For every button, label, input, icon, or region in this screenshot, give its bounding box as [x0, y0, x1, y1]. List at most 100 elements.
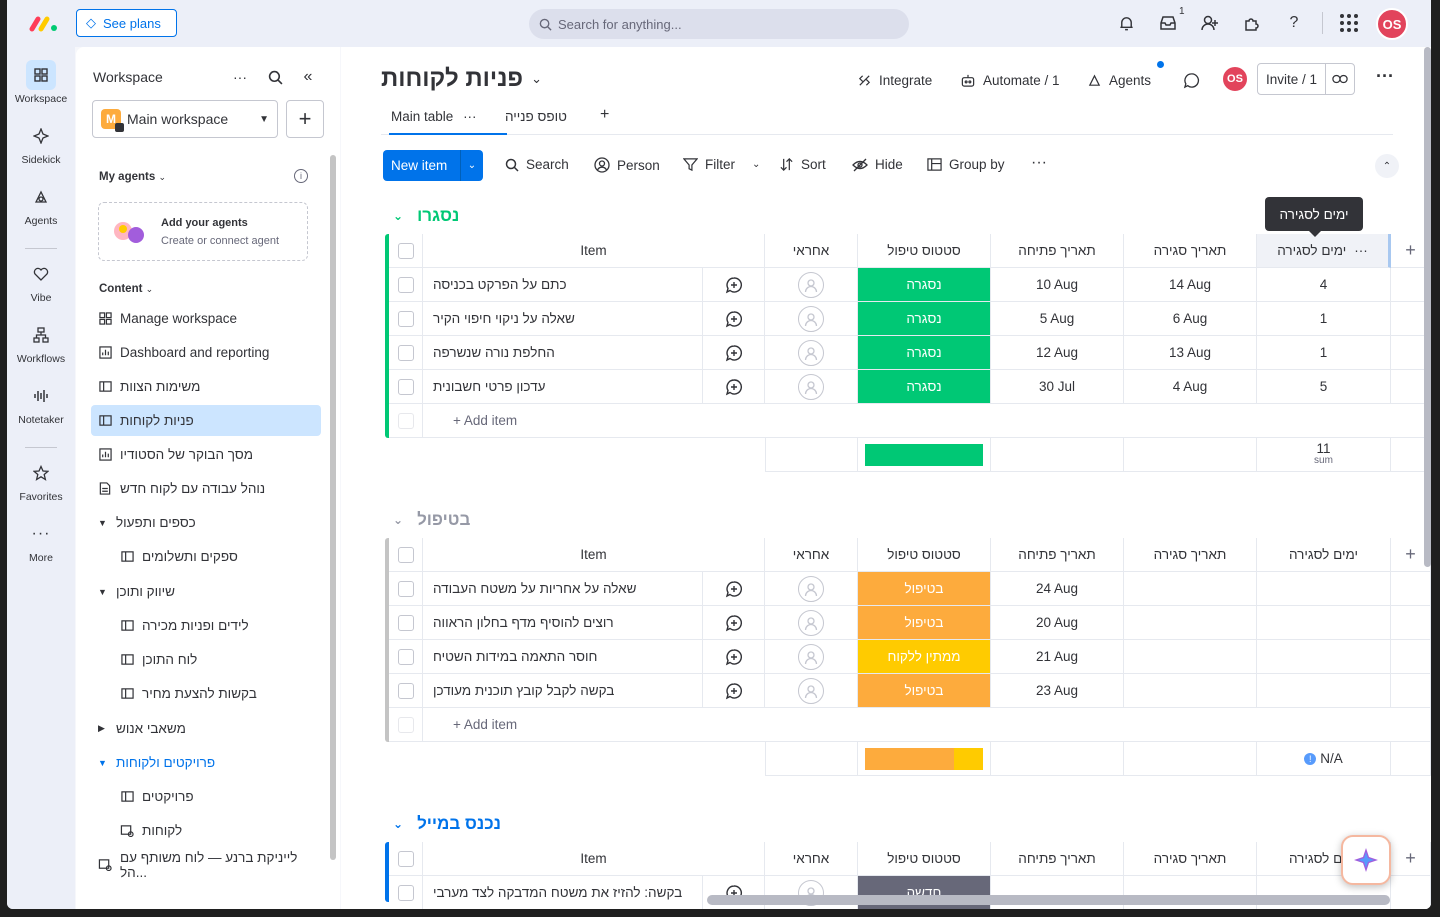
status-cell[interactable]: נסגרה [858, 370, 991, 404]
sidebar-item[interactable]: ▼ פרויקטים ולקוחות [91, 747, 321, 778]
owner-cell[interactable] [765, 370, 858, 404]
tab-more-icon[interactable]: ··· [463, 109, 477, 124]
group-by-button[interactable]: Group by [927, 157, 1005, 172]
sidebar-item[interactable]: בקשות להצעת מחיר [91, 678, 321, 709]
column-header-owner[interactable]: אחראי [765, 842, 858, 876]
integrate-button[interactable]: Integrate [857, 69, 932, 91]
sidebar-item[interactable]: לייניקת ברנע — לוח משותף עם הל... [91, 849, 321, 880]
search-button[interactable]: Search [505, 157, 569, 172]
column-header-owner[interactable]: אחראי [765, 234, 858, 268]
table-row[interactable]: עדכון פרטי חשבונית נסגרה 30 Jul 4 Aug 5 [385, 370, 1431, 404]
column-header-status[interactable]: סטטוס טיפול [858, 538, 991, 572]
select-all-checkbox[interactable] [397, 242, 414, 259]
table-row[interactable]: רוצים להוסיף מדף בחלון הראווה בטיפול 20 Au… [385, 606, 1431, 640]
tab-form[interactable]: טופס פנייה [505, 109, 567, 124]
chevron-down-icon[interactable]: ⌄ [393, 817, 403, 831]
add-update-icon[interactable] [725, 614, 743, 632]
toolbar-more-icon[interactable]: ··· [1031, 154, 1047, 172]
more-options-icon[interactable]: ··· [230, 67, 250, 87]
sidebar-item[interactable]: לוח התוכן [91, 644, 321, 675]
tab-main-table[interactable]: Main table ··· [389, 109, 506, 135]
add-item-cell[interactable]: + Add item [423, 404, 1431, 438]
my-agents-section[interactable]: My agents ⌄ [99, 171, 166, 183]
status-cell[interactable]: בטיפול [858, 606, 991, 640]
updates-cell[interactable] [703, 302, 765, 336]
sidebar-item[interactable]: ▼ כספים ותפעול [91, 507, 321, 538]
user-avatar[interactable]: OS [1376, 8, 1408, 40]
column-header-status[interactable]: סטטוס טיפול [858, 842, 991, 876]
sidebar-item[interactable]: ▶ משאבי אנוש [91, 713, 321, 744]
close-date-cell[interactable] [1124, 640, 1257, 674]
apps-puzzle-icon[interactable] [1241, 12, 1263, 34]
item-cell[interactable]: עדכון פרטי חשבונית [423, 370, 703, 404]
updates-cell[interactable] [703, 674, 765, 708]
add-column-icon[interactable]: + [1405, 848, 1416, 869]
chevron-down-icon[interactable]: ⌄ [752, 159, 760, 170]
table-row[interactable]: החלפת נורה שנשרפה נסגרה 12 Aug 13 Aug 1 [385, 336, 1431, 370]
add-update-icon[interactable] [725, 580, 743, 598]
add-update-icon[interactable] [725, 310, 743, 328]
sidebar-item[interactable]: לקוחות [91, 815, 321, 846]
hide-button[interactable]: Hide [852, 157, 903, 172]
new-item-button[interactable]: New item ⌄ [383, 150, 483, 181]
row-checkbox[interactable] [397, 310, 414, 327]
status-summary-bar[interactable] [865, 443, 983, 466]
sidebar-item[interactable]: ספקים ותשלומים [91, 541, 321, 572]
owner-cell[interactable] [765, 606, 858, 640]
column-header-owner[interactable]: אחראי [765, 538, 858, 572]
column-header-close-date[interactable]: תאריך סגירה [1124, 842, 1257, 876]
open-date-cell[interactable]: 12 Aug [991, 336, 1124, 370]
add-column-icon[interactable]: + [1405, 240, 1416, 261]
board-vertical-scrollbar[interactable] [1424, 47, 1431, 567]
add-column-icon[interactable]: + [1405, 544, 1416, 565]
open-date-cell[interactable]: 20 Aug [991, 606, 1124, 640]
help-icon[interactable]: ? [1283, 12, 1305, 34]
owner-cell[interactable] [765, 268, 858, 302]
item-cell[interactable]: רוצים להוסיף מדף בחלון הראווה [423, 606, 703, 640]
sort-button[interactable]: Sort [779, 157, 826, 172]
column-header-open-date[interactable]: תאריך פתיחה [991, 234, 1124, 268]
table-row[interactable]: שאלה על אחריות על משטח העבודה בטיפול 24 Au… [385, 572, 1431, 606]
open-date-cell[interactable]: 5 Aug [991, 302, 1124, 336]
item-cell[interactable]: כתם על הפרקט בכניסה [423, 268, 703, 302]
row-checkbox[interactable] [397, 614, 414, 631]
rail-agents[interactable]: Agents [7, 182, 75, 227]
row-checkbox[interactable] [397, 648, 414, 665]
group-title[interactable]: ⌄ בטיפול [393, 510, 470, 530]
copy-link-icon[interactable] [1326, 73, 1354, 85]
sidebar-scrollbar[interactable] [330, 155, 336, 860]
column-header-status[interactable]: סטטוס טיפול [858, 234, 991, 268]
item-cell[interactable]: החלפת נורה שנשרפה [423, 336, 703, 370]
open-date-cell[interactable]: 30 Jul [991, 370, 1124, 404]
caret-right-icon[interactable]: ▶ [98, 723, 108, 734]
owner-cell[interactable] [765, 640, 858, 674]
close-date-cell[interactable]: 13 Aug [1124, 336, 1257, 370]
sidebar-item[interactable]: Manage workspace [91, 303, 321, 334]
add-item-cell[interactable]: + Add item [423, 708, 1431, 742]
sidebar-item[interactable]: פניות לקוחות [91, 405, 321, 436]
status-cell[interactable]: בטיפול [858, 674, 991, 708]
table-row[interactable]: שאלה על ניקוי חיפוי הקיר נסגרה 5 Aug 6 Aug 1 [385, 302, 1431, 336]
owner-cell[interactable] [765, 674, 858, 708]
rail-notetaker[interactable]: Notetaker [7, 381, 75, 426]
add-workspace-item-button[interactable]: + [286, 100, 324, 138]
add-view-icon[interactable]: + [600, 106, 609, 124]
caret-down-icon[interactable]: ▼ [98, 587, 108, 597]
sidebar-item[interactable]: Dashboard and reporting [91, 337, 321, 368]
row-checkbox[interactable] [397, 276, 414, 293]
add-update-icon[interactable] [725, 276, 743, 294]
agents-button[interactable]: Agents [1087, 61, 1164, 91]
status-cell[interactable]: בטיפול [858, 572, 991, 606]
collapse-header-icon[interactable]: ⌃ [1375, 154, 1399, 178]
column-header-item[interactable]: Item [423, 234, 765, 268]
rail-more[interactable]: ··· More [7, 519, 75, 564]
board-member-avatar[interactable]: OS [1221, 65, 1249, 93]
content-section[interactable]: Content ⌄ [99, 283, 153, 295]
rail-workflows[interactable]: Workflows [7, 320, 75, 365]
status-summary-bar[interactable] [865, 747, 983, 770]
owner-cell[interactable] [765, 336, 858, 370]
sidebar-item[interactable]: מסך הבוקר של הסטודיו [91, 439, 321, 470]
comment-icon[interactable] [1183, 69, 1200, 91]
add-update-icon[interactable] [725, 648, 743, 666]
caret-down-icon[interactable]: ▼ [98, 518, 108, 528]
